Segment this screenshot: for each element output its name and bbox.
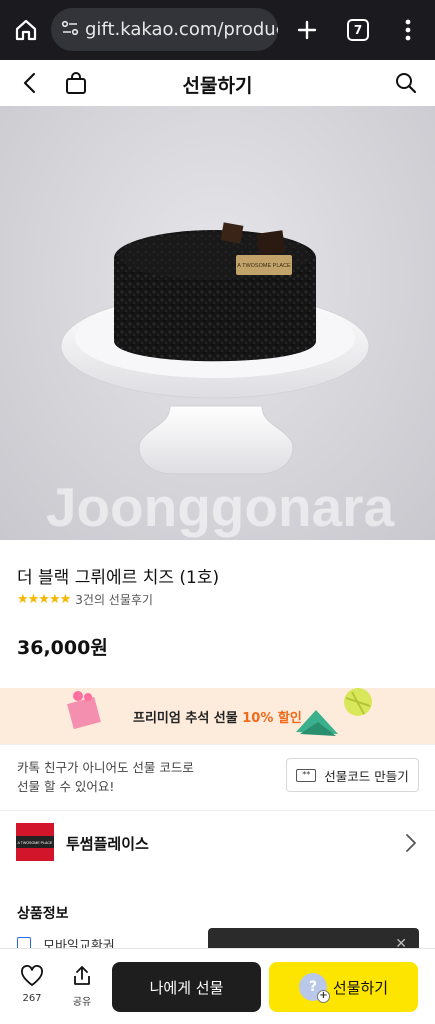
gift-code-description: 카톡 친구가 아니어도 선물 코드로 선물 할 수 있어요! (17, 758, 217, 796)
site-settings-icon[interactable] (61, 19, 79, 41)
more-vert-icon[interactable] (398, 14, 418, 46)
send-gift-label: 선물하기 (332, 978, 389, 997)
url-bar[interactable]: gift.kakao.com/product/ (51, 8, 278, 51)
like-button[interactable]: 267 (18, 965, 46, 1004)
brand-row[interactable]: A TWOSOME PLACE 투썸플레이스 (0, 811, 435, 873)
add-friend-icon: + (317, 990, 330, 1003)
brand-logo: A TWOSOME PLACE (16, 823, 54, 861)
promo-text: 프리미엄 추석 선물 10% 할인 (133, 707, 302, 726)
create-gift-code-button[interactable]: ** 선물코드 만들기 (286, 758, 419, 792)
ticket-icon: ** (296, 768, 317, 782)
promo-discount: 10% 할인 (242, 711, 302, 726)
cake-plaque-text: A TWOSOME PLACE (237, 263, 291, 269)
chevron-right-icon (404, 833, 418, 853)
divider (0, 744, 435, 745)
product-image[interactable]: A TWOSOME PLACE Joonggonara (0, 106, 435, 540)
send-gift-button[interactable]: ? + 선물하기 (269, 962, 418, 1012)
new-tab-icon[interactable] (290, 12, 324, 48)
share-label: 공유 (72, 997, 92, 1008)
rating-row[interactable]: ★★★★★ 3건의 선물후기 (17, 591, 153, 608)
promo-label: 프리미엄 추석 선물 (133, 711, 243, 726)
gift-box-icon (296, 688, 372, 736)
rating-stars-icon: ★★★★★ (17, 592, 71, 607)
review-count[interactable]: 3건의 선물후기 (75, 591, 153, 608)
watermark: Joonggonara (46, 476, 395, 538)
avatar-text: ? (308, 979, 318, 995)
page-title: 선물하기 (182, 75, 253, 97)
app-header: 선물하기 (0, 60, 435, 106)
product-info-title: 상품정보 (17, 906, 69, 922)
tab-switcher-icon[interactable]: 7 (347, 19, 369, 41)
heart-icon (21, 965, 43, 986)
search-icon[interactable] (393, 70, 419, 96)
product-name: 더 블랙 그뤼에르 치즈 (1호) (17, 568, 220, 588)
gift-to-self-button[interactable]: 나에게 선물 (112, 962, 261, 1012)
gift-code-line2: 선물 할 수 있어요! (17, 779, 115, 794)
home-icon[interactable] (0, 0, 52, 60)
share-button[interactable]: 공유 (68, 965, 96, 1008)
gift-box-icon (67, 691, 101, 730)
browser-toolbar: gift.kakao.com/product/ 7 (0, 0, 435, 60)
gift-code-line1: 카톡 친구가 아니어도 선물 코드로 (17, 760, 194, 775)
bottom-action-bar: 267 공유 나에게 선물 ? + 선물하기 (0, 948, 435, 1024)
create-gift-code-label: 선물코드 만들기 (324, 768, 409, 784)
promo-banner[interactable]: 프리미엄 추석 선물 10% 할인 (0, 688, 435, 744)
like-count: 267 (22, 993, 42, 1004)
friend-avatar-icon: ? + (299, 973, 330, 1003)
url-text: gift.kakao.com/product/ (85, 19, 278, 40)
share-icon (74, 966, 90, 985)
brand-logo-text: A TWOSOME PLACE (18, 841, 53, 845)
product-price: 36,000원 (17, 637, 108, 659)
brand-name: 투썸플레이스 (66, 835, 149, 853)
